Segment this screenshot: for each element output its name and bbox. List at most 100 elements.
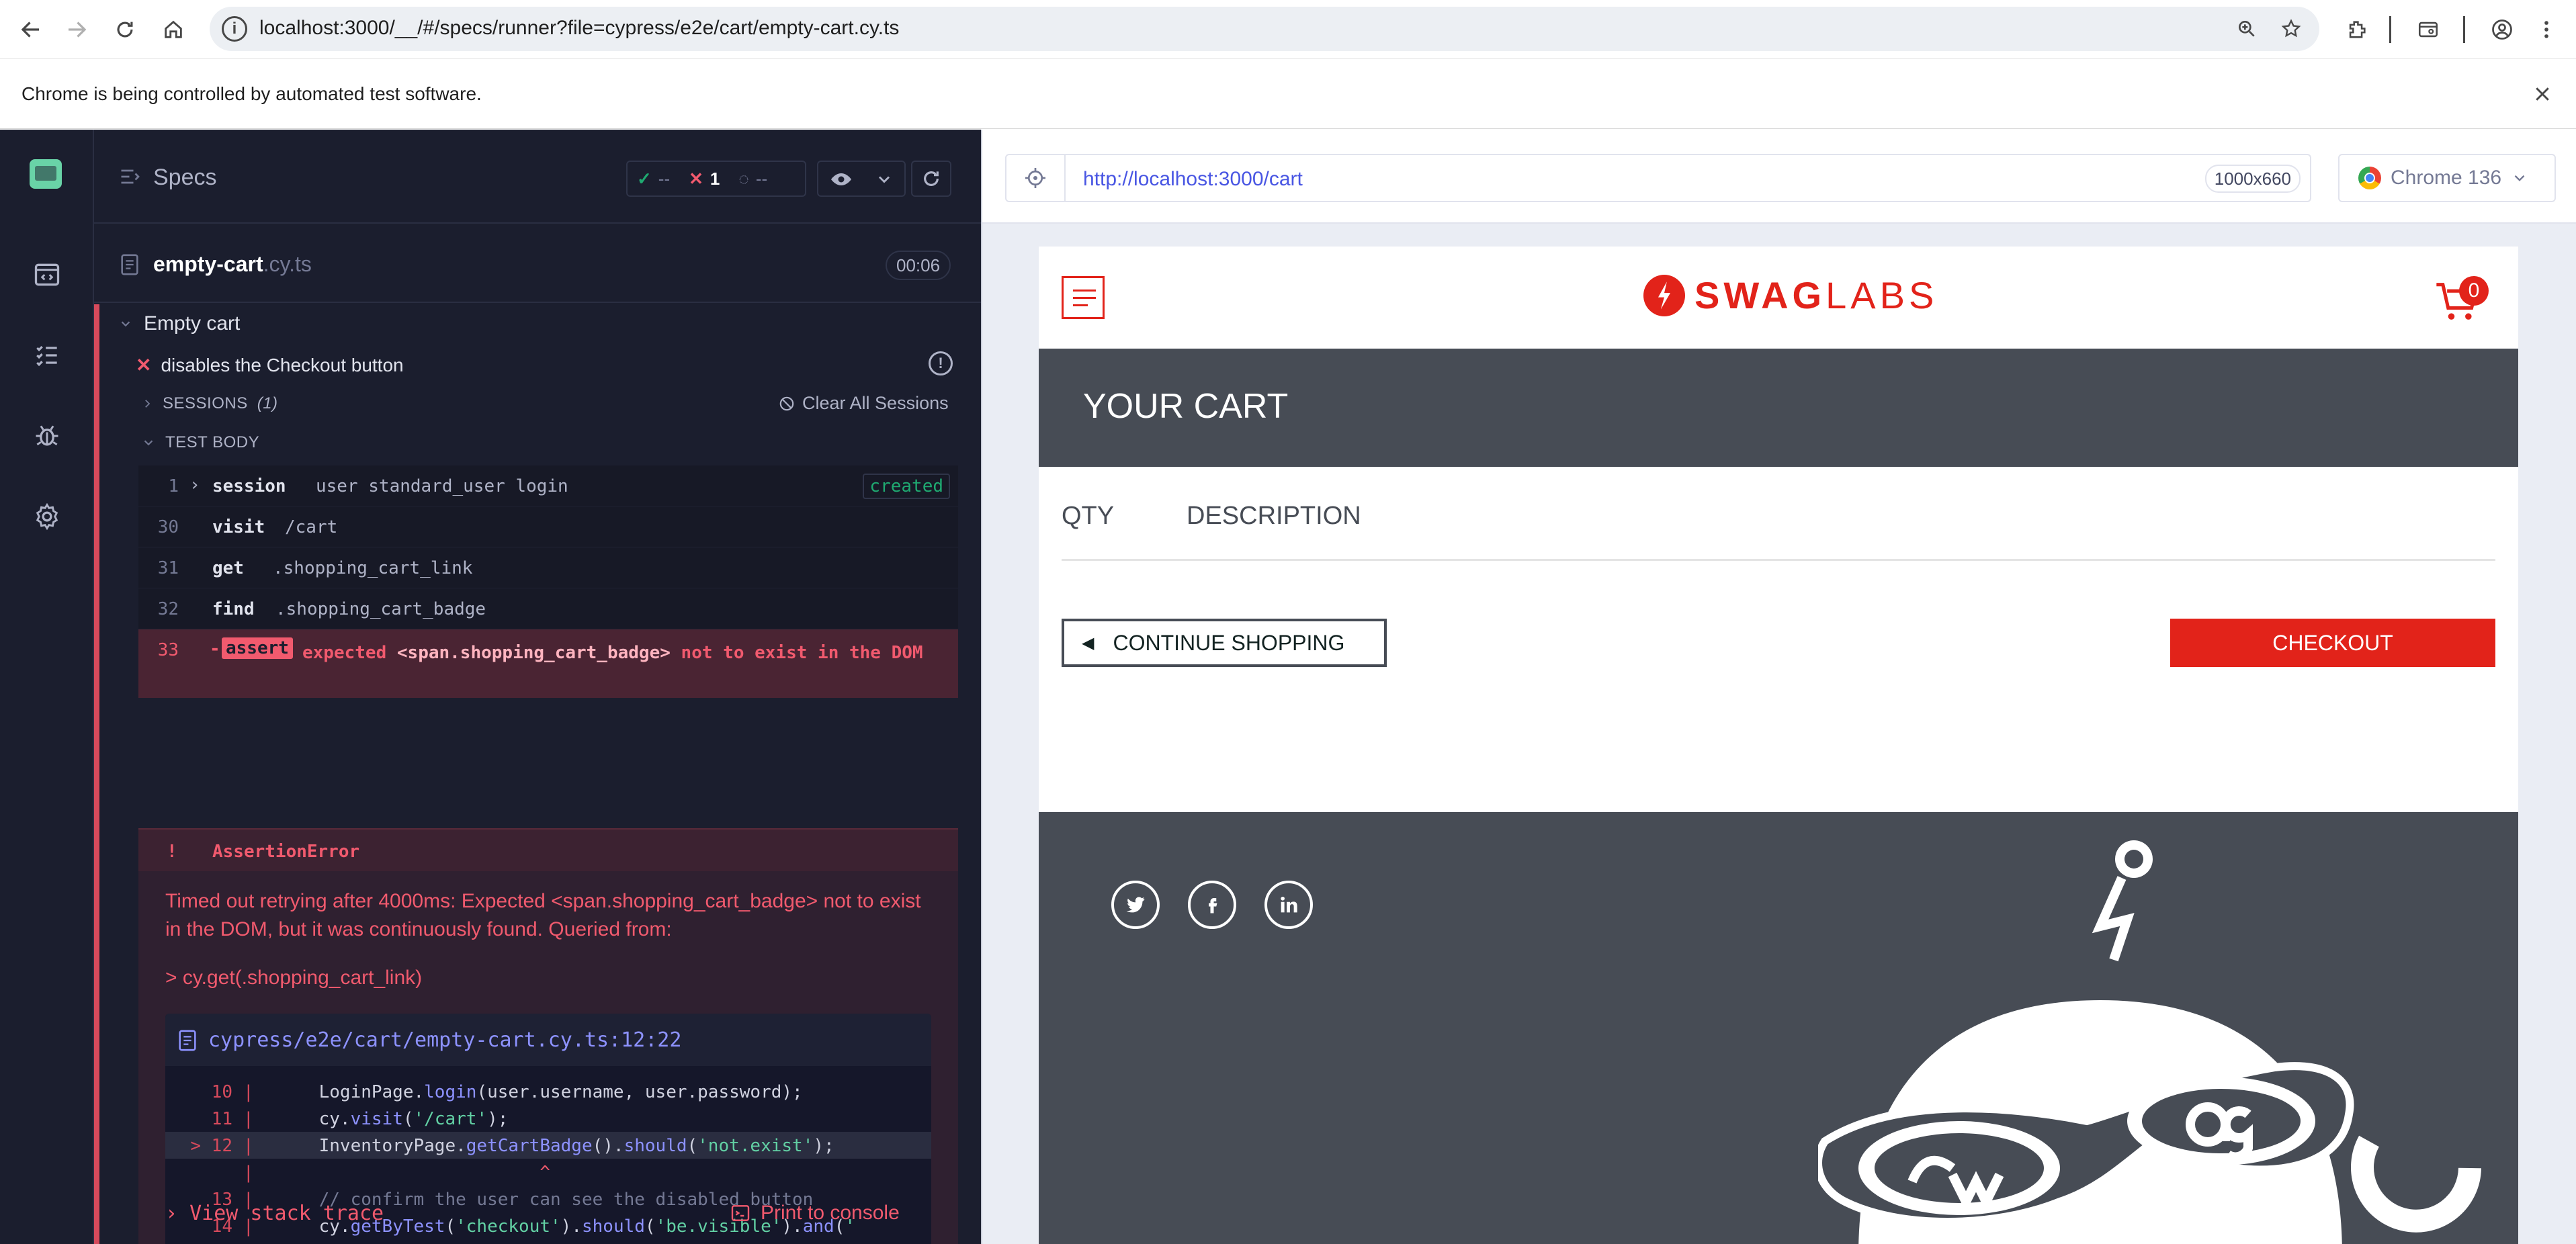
debug-icon[interactable] bbox=[26, 414, 69, 457]
spec-file-basename: empty-cart bbox=[153, 252, 263, 276]
code-line-number: 11 bbox=[211, 1109, 232, 1129]
test-title[interactable]: ✕ disables the Checkout button bbox=[136, 354, 404, 376]
viewport-badge[interactable]: 1000x660 bbox=[2204, 165, 2301, 193]
menu-icon[interactable] bbox=[2529, 12, 2564, 47]
test-label: disables the Checkout button bbox=[161, 354, 404, 375]
runs-icon[interactable] bbox=[26, 334, 69, 377]
clear-sessions-button[interactable]: Clear All Sessions bbox=[778, 393, 949, 414]
address-bar[interactable]: i localhost:3000/__/#/specs/runner?file=… bbox=[210, 7, 2319, 51]
print-to-console-button[interactable]: Print to console bbox=[730, 1202, 900, 1225]
spec-file-name[interactable]: empty-cart.cy.ts bbox=[153, 252, 312, 277]
command-message: /cart bbox=[285, 517, 338, 537]
checkout-button[interactable]: CHECKOUT bbox=[2170, 619, 2495, 667]
code-gutter-bar: | bbox=[243, 1109, 254, 1129]
duration-badge: 00:06 bbox=[886, 251, 951, 280]
home-icon[interactable] bbox=[156, 12, 191, 47]
burger-icon[interactable] bbox=[1062, 276, 1105, 319]
command-message: .shopping_cart_badge bbox=[275, 599, 486, 619]
session-status-tag: created bbox=[863, 474, 950, 499]
suite-label: Empty cart bbox=[144, 312, 241, 335]
specs-list-icon[interactable] bbox=[118, 165, 142, 192]
profile-icon[interactable] bbox=[2485, 12, 2520, 47]
cart-icon[interactable]: 0 bbox=[2432, 276, 2489, 330]
swag-labs-logo: SWAGLABS bbox=[1643, 273, 1938, 317]
cart-column-headers: QTY DESCRIPTION bbox=[1062, 467, 2495, 561]
settings-icon[interactable] bbox=[26, 495, 69, 538]
check-icon: ✓ bbox=[637, 168, 652, 189]
code-gutter-bar: | bbox=[243, 1082, 254, 1102]
back-icon[interactable] bbox=[13, 12, 48, 47]
rerun-icon[interactable] bbox=[911, 161, 951, 197]
selector-playground-icon[interactable] bbox=[1006, 155, 1066, 201]
code-frame-path[interactable]: cypress/e2e/cart/empty-cart.cy.ts:12:22 bbox=[208, 1028, 681, 1052]
spec-file-row[interactable]: empty-cart.cy.ts 00:06 bbox=[94, 225, 981, 303]
eye-icon[interactable] bbox=[828, 167, 855, 195]
extensions-icon[interactable] bbox=[2339, 12, 2374, 47]
failed-command-row[interactable]: 33 - assert expected <span.shopping_cart… bbox=[138, 629, 958, 698]
command-line-number: 33 bbox=[157, 640, 179, 660]
app-header: SWAGLABS 0 bbox=[1039, 247, 2518, 349]
browser-toolbar: i localhost:3000/__/#/specs/runner?file=… bbox=[0, 0, 2576, 59]
print-to-console-label: Print to console bbox=[761, 1202, 900, 1224]
command-message: user standard_user login bbox=[316, 476, 568, 496]
specs-label[interactable]: Specs bbox=[153, 165, 217, 191]
sessions-toggle[interactable]: SESSIONS (1) bbox=[141, 394, 278, 413]
aut-header: http://localhost:3000/cart 1000x660 Chro… bbox=[982, 130, 2576, 224]
code-text: InventoryPage.getCartBadge().should('not… bbox=[277, 1136, 834, 1156]
tab-search-icon[interactable] bbox=[2411, 12, 2446, 47]
chevron-down-icon[interactable] bbox=[875, 170, 894, 192]
linkedin-icon[interactable] bbox=[1264, 881, 1313, 929]
aut-url-bar: http://localhost:3000/cart 1000x660 bbox=[1005, 154, 2311, 202]
star-icon[interactable] bbox=[2276, 14, 2306, 44]
cypress-logo[interactable] bbox=[30, 159, 62, 189]
app-footer bbox=[1039, 812, 2518, 1244]
browser-selector[interactable]: Chrome 136 bbox=[2338, 154, 2556, 202]
chevron-right-icon bbox=[145, 400, 151, 408]
command-line-number: 30 bbox=[157, 517, 179, 537]
view-stack-trace[interactable]: › View stack trace bbox=[165, 1202, 384, 1225]
sessions-label: SESSIONS bbox=[163, 394, 248, 412]
auto-scroll-toggle[interactable] bbox=[817, 161, 906, 197]
passed-count: -- bbox=[658, 168, 671, 189]
close-icon[interactable] bbox=[2528, 79, 2557, 109]
aut-url[interactable]: http://localhost:3000/cart bbox=[1083, 168, 1303, 191]
code-frame-header[interactable]: cypress/e2e/cart/empty-cart.cy.ts:12:22 bbox=[165, 1014, 931, 1066]
command-log: Specs ✓ -- ✕ 1 ◌ -- empty-cart.cy.ts 00:… bbox=[94, 130, 981, 1244]
failed-x-icon: ✕ bbox=[136, 355, 152, 375]
command-name: visit bbox=[212, 517, 265, 537]
command-row[interactable]: 31 get .shopping_cart_link bbox=[138, 547, 958, 588]
bolt-logo-icon bbox=[1643, 274, 1685, 316]
site-info-icon[interactable]: i bbox=[222, 16, 247, 42]
command-row[interactable]: 32 find .shopping_cart_badge bbox=[138, 588, 958, 629]
block-icon bbox=[779, 396, 794, 410]
zoom-icon[interactable] bbox=[2232, 14, 2262, 44]
suite-title[interactable]: Empty cart bbox=[118, 312, 240, 335]
test-body-toggle[interactable]: TEST BODY bbox=[141, 433, 259, 452]
address-bar-url[interactable]: localhost:3000/__/#/specs/runner?file=cy… bbox=[259, 17, 899, 40]
facebook-icon[interactable] bbox=[1188, 881, 1236, 929]
spec-runner-icon[interactable] bbox=[26, 253, 69, 296]
command-row[interactable]: 30 visit /cart bbox=[138, 506, 958, 547]
command-row[interactable]: 1 › session user standard_user login cre… bbox=[138, 465, 958, 506]
code-text: LoginPage.login(user.username, user.pass… bbox=[277, 1082, 803, 1102]
command-line-number: 1 bbox=[168, 476, 179, 496]
continue-shopping-button[interactable]: ◀ CONTINUE SHOPPING bbox=[1062, 619, 1387, 667]
chevron-right-icon[interactable]: › bbox=[189, 475, 200, 495]
reload-icon[interactable] bbox=[108, 12, 142, 47]
swag-bot-illustration bbox=[1818, 840, 2481, 1244]
pending-stat: ◌ -- bbox=[729, 169, 777, 189]
code-line: > 12 | InventoryPage.getCartBadge().shoul… bbox=[165, 1132, 931, 1159]
toolbar-divider bbox=[2389, 16, 2391, 43]
code-line-number: 10 bbox=[211, 1082, 232, 1102]
document-icon bbox=[118, 252, 141, 281]
twitter-icon[interactable] bbox=[1111, 881, 1160, 929]
toolbar-divider bbox=[2463, 16, 2465, 43]
error-header: ! AssertionError bbox=[138, 828, 958, 871]
code-gutter-bar: | bbox=[243, 1163, 254, 1183]
automation-message: Chrome is being controlled by automated … bbox=[22, 83, 482, 104]
passed-stat: ✓ -- bbox=[628, 169, 679, 189]
alert-icon[interactable]: ! bbox=[929, 351, 953, 375]
code-line: | ^ bbox=[165, 1159, 931, 1186]
failure-indicator bbox=[94, 304, 99, 1244]
forward-icon[interactable] bbox=[59, 12, 94, 47]
